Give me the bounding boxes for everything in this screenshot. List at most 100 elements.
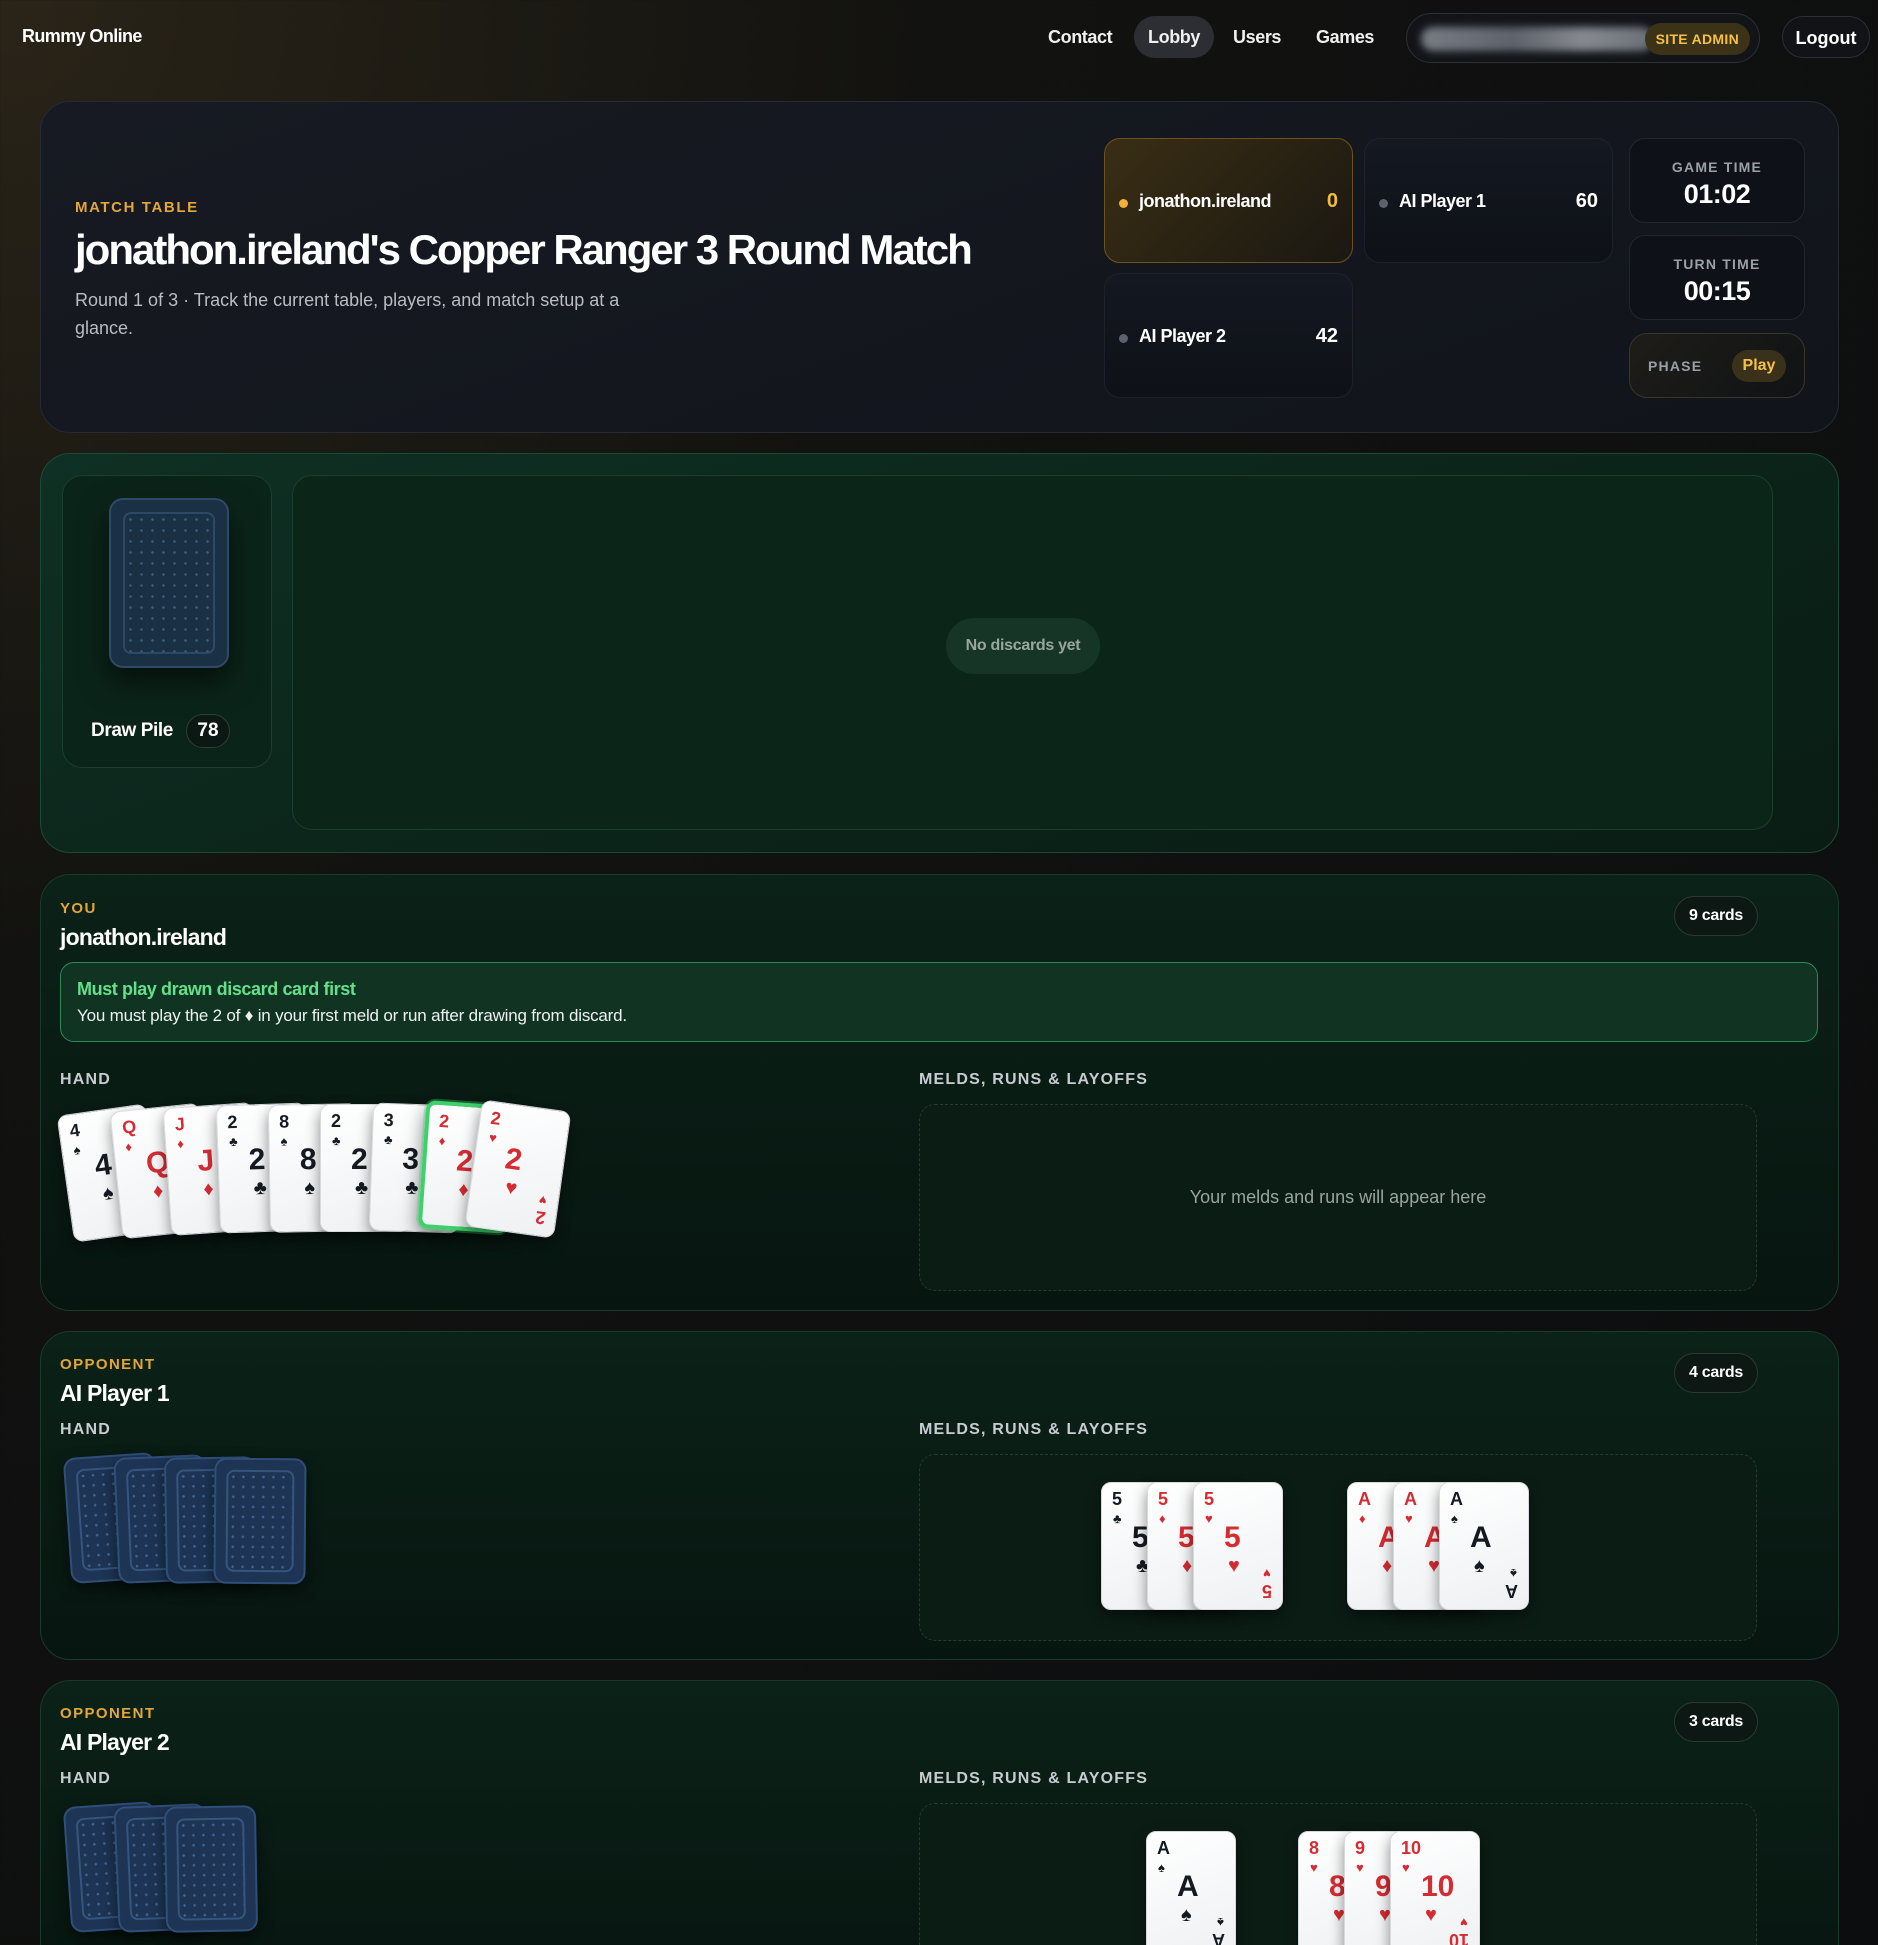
card-rank: 3	[383, 1109, 395, 1131]
card-suit-icon: ♦	[438, 1132, 446, 1149]
your-hand-section: YOU jonathon.ireland 9 cards Must play d…	[40, 874, 1839, 1311]
game-time-value: 01:02	[1683, 179, 1751, 209]
card-suit-icon: ♠	[72, 1141, 82, 1158]
card-rank-bottom: 5	[1261, 1581, 1272, 1601]
playing-card[interactable]: 2 ♥ 2 ♥ 2 ♥	[464, 1099, 572, 1239]
draw-pile[interactable]: Draw Pile 78	[62, 475, 272, 768]
card-suit-icon: ♥	[1402, 1860, 1410, 1875]
card-back	[213, 1457, 307, 1585]
card-rank: 2	[438, 1110, 450, 1132]
card-center-rank: J	[196, 1143, 216, 1178]
hand-label: HAND	[60, 1421, 112, 1438]
card-center-rank: 2	[248, 1142, 266, 1177]
card-rank: 5	[1204, 1489, 1215, 1509]
discard-empty-message: No discards yet	[946, 618, 1100, 674]
card-center-rank: A	[1470, 1521, 1492, 1554]
card-center-suit-icon: ♦	[202, 1177, 215, 1201]
playing-card: 10 ♥ 10 ♥ 10 ♥	[1390, 1831, 1480, 1945]
card-suit-icon: ♠	[1451, 1511, 1458, 1526]
site-admin-badge: SITE ADMIN	[1644, 23, 1750, 55]
status-dot-icon	[1119, 334, 1128, 343]
hand-label: HAND	[60, 1071, 112, 1088]
card-center-suit-icon: ♦	[151, 1179, 165, 1203]
playing-card: A ♠ A ♠ A ♠	[1146, 1831, 1236, 1945]
melds-label: MELDS, RUNS & LAYOFFS	[919, 1071, 1149, 1088]
card-rank: 8	[279, 1111, 290, 1132]
card-center-suit-icon: ♠	[1181, 1904, 1192, 1926]
turn-time-stat: TURN TIME 00:15	[1629, 235, 1805, 320]
card-rank-bottom: 10	[1448, 1930, 1469, 1945]
section-eyebrow: OPPONENT	[60, 1356, 156, 1373]
turn-time-value: 00:15	[1683, 276, 1751, 306]
card-suit-icon: ♥	[1356, 1860, 1364, 1875]
player-name: jonathon.ireland	[60, 924, 227, 950]
card-center-suit-icon: ♥	[1228, 1555, 1240, 1577]
hand-label: HAND	[60, 1770, 112, 1787]
card-center-suit-icon: ♣	[404, 1176, 419, 1200]
draw-pile-count: 78	[186, 714, 230, 748]
player-name: AI Player 2	[1139, 326, 1226, 346]
player-score-card: AI Player 2 42	[1104, 273, 1353, 398]
turn-time-label: TURN TIME	[1673, 256, 1761, 272]
phase-badge: Play	[1732, 350, 1786, 382]
card-rank-bottom: A	[1505, 1581, 1518, 1601]
card-suit-bottom-icon: ♥	[1460, 1915, 1468, 1930]
card-center-suit-icon: ♥	[503, 1176, 519, 1200]
brand-logo[interactable]: Rummy Online	[22, 26, 142, 47]
card-rank: 9	[1355, 1838, 1366, 1858]
top-nav: Rummy Online Contact Lobby Users Games S…	[0, 0, 1878, 76]
melds-label: MELDS, RUNS & LAYOFFS	[919, 1770, 1149, 1787]
melds-placeholder: Your melds and runs will appear here	[1189, 1187, 1487, 1207]
card-rank: 5	[1112, 1489, 1123, 1509]
card-rank: 2	[227, 1111, 238, 1133]
card-suit-icon: ♦	[1359, 1511, 1366, 1526]
rule-alert: Must play drawn discard card first You m…	[60, 962, 1818, 1042]
card-center-suit-icon: ♦	[1182, 1555, 1193, 1577]
status-dot-icon	[1379, 199, 1388, 208]
player-name: AI Player 1	[60, 1380, 170, 1406]
alert-title: Must play drawn discard card first	[77, 979, 356, 999]
section-eyebrow: OPPONENT	[60, 1705, 156, 1722]
card-rank: A	[1450, 1489, 1463, 1509]
draw-pile-label: Draw Pile	[91, 720, 173, 741]
user-menu[interactable]: SITE ADMIN	[1406, 13, 1760, 63]
card-center-rank: 4	[92, 1147, 114, 1183]
player-score: 0	[1326, 190, 1338, 212]
card-back-deck[interactable]	[109, 498, 229, 668]
card-back	[163, 1805, 259, 1933]
player-score-card: AI Player 1 60	[1364, 138, 1613, 263]
nav-games[interactable]: Games	[1302, 16, 1388, 58]
nav-lobby[interactable]: Lobby	[1134, 16, 1214, 58]
user-email-redacted	[1421, 27, 1653, 51]
card-count-badge: 3 cards	[1674, 1702, 1758, 1742]
card-rank: 8	[1309, 1838, 1320, 1858]
card-center-rank: 8	[299, 1142, 317, 1177]
discard-pile[interactable]: No discards yet	[292, 475, 1773, 830]
card-rank: 10	[1401, 1838, 1422, 1858]
card-suit-bottom-icon: ♥	[538, 1192, 548, 1209]
player-name: jonathon.ireland	[1139, 191, 1272, 211]
section-eyebrow: YOU	[60, 900, 97, 917]
card-center-rank: 2	[351, 1143, 368, 1176]
playing-card: 5 ♥ 5 ♥ 5 ♥	[1193, 1482, 1283, 1610]
card-suit-icon: ♣	[228, 1133, 238, 1150]
card-suit-icon: ♣	[332, 1133, 341, 1148]
melds-label: MELDS, RUNS & LAYOFFS	[919, 1421, 1149, 1438]
card-center-rank: 2	[503, 1142, 525, 1178]
card-suit-icon: ♦	[176, 1135, 185, 1152]
card-suit-bottom-icon: ♠	[1217, 1915, 1224, 1930]
card-count-badge: 9 cards	[1674, 896, 1758, 936]
card-suit-icon: ♠	[280, 1133, 288, 1149]
card-rank: 5	[1158, 1489, 1169, 1509]
nav-contact[interactable]: Contact	[1034, 16, 1126, 58]
card-rank: A	[1157, 1838, 1170, 1858]
player-score-card: jonathon.ireland 0	[1104, 138, 1353, 263]
card-suit-icon: ♥	[1405, 1511, 1413, 1526]
match-title: jonathon.ireland's Copper Ranger 3 Round…	[75, 226, 973, 273]
your-meld-area[interactable]: Your melds and runs will appear here	[919, 1104, 1757, 1291]
opponent-section: OPPONENT AI Player 1 4 cards HAND MELDS,…	[40, 1331, 1839, 1660]
card-center-suit-icon: ♥	[1425, 1904, 1437, 1926]
card-suit-icon: ♦	[124, 1138, 133, 1155]
logout-button[interactable]: Logout	[1782, 16, 1870, 58]
nav-users[interactable]: Users	[1219, 16, 1295, 58]
